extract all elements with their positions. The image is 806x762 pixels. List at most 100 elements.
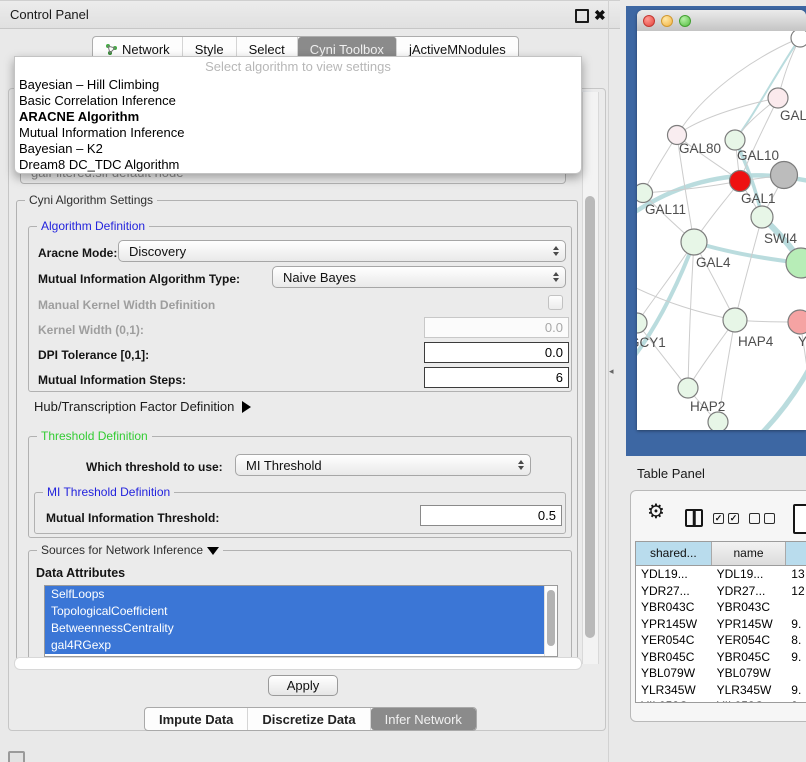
table-cell: YER054C bbox=[636, 632, 712, 649]
tab-discretize-data[interactable]: Discretize Data bbox=[248, 708, 370, 730]
network-node-y[interactable] bbox=[788, 310, 806, 334]
table-row[interactable]: YBL079WYBL079W bbox=[636, 665, 806, 682]
columns-icon[interactable] bbox=[685, 509, 703, 527]
which-threshold-select[interactable]: MI Threshold bbox=[235, 454, 531, 476]
window-minimize-button[interactable] bbox=[661, 15, 673, 27]
table-cell: YER054C bbox=[712, 632, 787, 649]
checkbox-unchecked-icon[interactable] bbox=[764, 513, 775, 524]
sources-title-text: Sources for Network Inference bbox=[41, 543, 203, 557]
list-scrollbar[interactable] bbox=[544, 586, 557, 656]
network-canvas[interactable]: GAL7GAL80GAL10GAL1GAL11SWI4GAL4GCY1HAP4Y… bbox=[637, 31, 806, 430]
window-close-button[interactable] bbox=[643, 15, 655, 27]
table-cell: YDR27... bbox=[636, 583, 712, 600]
data-attribute-item[interactable]: TopologicalCoefficient bbox=[45, 603, 557, 620]
table-cell: YBL079W bbox=[712, 665, 787, 682]
network-window-titlebar[interactable] bbox=[637, 10, 806, 32]
dpi-tolerance-input[interactable]: 0.0 bbox=[424, 342, 569, 363]
table-row[interactable]: YBR045CYBR045C9. bbox=[636, 649, 806, 666]
network-node-swi4[interactable] bbox=[751, 206, 773, 228]
algorithm-option[interactable]: Mutual Information Inference bbox=[19, 125, 577, 141]
table-row[interactable]: YLR345WYLR345W9. bbox=[636, 682, 806, 699]
network-window[interactable]: GAL7GAL80GAL10GAL1GAL11SWI4GAL4GCY1HAP4Y… bbox=[637, 10, 806, 430]
tab-infer-network[interactable]: Infer Network bbox=[371, 708, 476, 730]
mi-steps-input[interactable]: 6 bbox=[424, 367, 569, 388]
data-attributes-list[interactable]: SelfLoopsTopologicalCoefficientBetweenne… bbox=[44, 585, 558, 657]
checkbox-unchecked-icon[interactable] bbox=[749, 513, 760, 524]
table-header-row: shared...name bbox=[636, 542, 806, 566]
algorithm-option[interactable]: ARACNE Algorithm bbox=[19, 109, 577, 125]
table-cell: YBL079W bbox=[636, 665, 712, 682]
table-cell: 9 bbox=[786, 698, 806, 703]
network-node-hap2[interactable] bbox=[678, 378, 698, 398]
column-header[interactable]: name bbox=[712, 542, 787, 565]
tab-label: Style bbox=[195, 42, 224, 57]
checkbox-checked-icon[interactable]: ✓ bbox=[728, 513, 739, 524]
data-attribute-item[interactable]: gal4RGexp bbox=[45, 637, 557, 654]
mi-threshold-input[interactable]: 0.5 bbox=[420, 505, 562, 526]
node-label: GAL80 bbox=[679, 141, 721, 156]
which-threshold-value: MI Threshold bbox=[246, 458, 322, 473]
aracne-mode-select[interactable]: Discovery bbox=[118, 240, 566, 262]
network-graph[interactable]: GAL7GAL80GAL10GAL1GAL11SWI4GAL4GCY1HAP4Y… bbox=[637, 31, 806, 430]
gear-icon[interactable]: ⚙ bbox=[647, 499, 665, 524]
network-node-gcy1[interactable] bbox=[637, 313, 647, 333]
table-cell: YLR345W bbox=[636, 682, 712, 699]
float-panel-icon[interactable] bbox=[575, 9, 589, 23]
data-attribute-item[interactable]: BetweennessCentrality bbox=[45, 620, 557, 637]
kernel-width-input[interactable]: 0.0 bbox=[424, 317, 569, 338]
data-attribute-item[interactable]: SelfLoops bbox=[45, 586, 557, 603]
node-label: HAP4 bbox=[738, 334, 774, 349]
table-row[interactable]: YPR145WYPR145W9. bbox=[636, 616, 806, 633]
apply-button[interactable]: Apply bbox=[268, 675, 338, 696]
algorithm-option[interactable]: Dream8 DC_TDC Algorithm bbox=[19, 157, 577, 173]
network-node[interactable] bbox=[786, 248, 806, 278]
table-cell: 8. bbox=[786, 632, 806, 649]
network-node-gal1[interactable] bbox=[730, 171, 751, 192]
list-scrollbar-thumb[interactable] bbox=[547, 590, 555, 646]
panel-splitter[interactable]: ◂ bbox=[608, 0, 627, 762]
network-node-gal4[interactable] bbox=[681, 229, 707, 255]
table-row[interactable]: YIL053CYIL053C9 bbox=[636, 698, 806, 703]
checkbox-checked-icon[interactable]: ✓ bbox=[713, 513, 724, 524]
table-row[interactable]: YBR043CYBR043C bbox=[636, 599, 806, 616]
table-row[interactable]: YDR27...YDR27...12 bbox=[636, 583, 806, 600]
collapse-arrow-icon bbox=[207, 547, 219, 555]
column-header[interactable] bbox=[786, 542, 806, 565]
network-node-gal10[interactable] bbox=[725, 130, 745, 150]
mi-type-select[interactable]: Naive Bayes bbox=[272, 266, 566, 288]
network-node-hap4[interactable] bbox=[723, 308, 747, 332]
network-node[interactable] bbox=[771, 162, 798, 189]
table-cell: YIL053C bbox=[636, 698, 712, 703]
network-node[interactable] bbox=[708, 412, 728, 430]
table-row[interactable]: YDL19...YDL19...13 bbox=[636, 566, 806, 583]
close-panel-icon[interactable]: ✖ bbox=[594, 4, 606, 26]
algorithm-option[interactable]: Basic Correlation Inference bbox=[19, 93, 577, 109]
settings-vertical-scrollbar[interactable] bbox=[582, 92, 599, 664]
algorithm-option[interactable]: Bayesian – K2 bbox=[19, 141, 577, 157]
sources-group-title[interactable]: Sources for Network Inference bbox=[37, 543, 223, 557]
column-header[interactable]: shared... bbox=[636, 542, 712, 565]
stepper-arrows-icon bbox=[518, 455, 524, 475]
algorithm-definition-title: Algorithm Definition bbox=[37, 219, 149, 233]
document-icon[interactable] bbox=[793, 504, 806, 534]
tab-impute-data[interactable]: Impute Data bbox=[145, 708, 248, 730]
node-label: GCY1 bbox=[637, 335, 666, 350]
table-row[interactable]: YER054CYER054C8. bbox=[636, 632, 806, 649]
table-cell bbox=[786, 665, 806, 682]
table-cell: YPR145W bbox=[636, 616, 712, 633]
table-cell: YLR345W bbox=[712, 682, 787, 699]
scrollbar-thumb[interactable] bbox=[585, 196, 595, 638]
network-node-gal7[interactable] bbox=[768, 88, 788, 108]
network-node-gal11[interactable] bbox=[637, 184, 653, 203]
aracne-mode-label: Aracne Mode: bbox=[38, 246, 117, 260]
network-node[interactable] bbox=[791, 31, 806, 47]
manual-kernel-checkbox[interactable] bbox=[548, 295, 563, 310]
window-zoom-button[interactable] bbox=[679, 15, 691, 27]
hub-definition-expander[interactable]: Hub/Transcription Factor Definition bbox=[34, 399, 251, 414]
table-cell: YDL19... bbox=[712, 566, 787, 583]
node-label: GAL10 bbox=[737, 148, 779, 163]
settings-horizontal-scrollbar[interactable] bbox=[14, 657, 582, 670]
minimized-panel-icon[interactable] bbox=[8, 751, 25, 762]
algorithm-option[interactable]: Bayesian – Hill Climbing bbox=[19, 77, 577, 93]
network-view-frame[interactable]: GAL7GAL80GAL10GAL1GAL11SWI4GAL4GCY1HAP4Y… bbox=[626, 6, 806, 456]
